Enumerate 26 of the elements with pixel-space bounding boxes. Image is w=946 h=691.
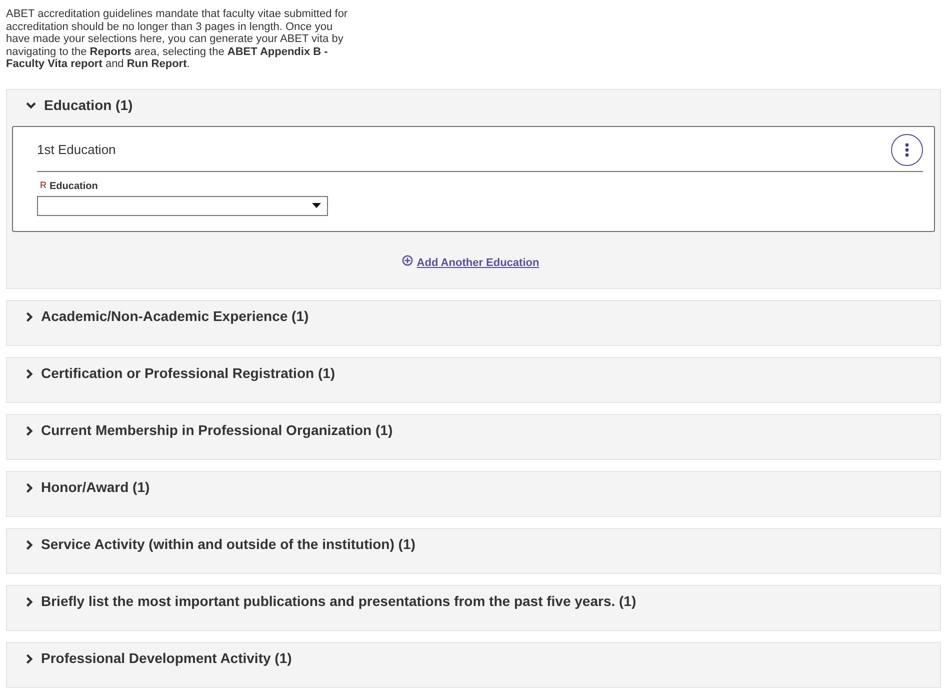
vertical-dots-icon	[905, 142, 909, 156]
section-header[interactable]: Professional Development Activity (1)	[12, 642, 292, 674]
section-header[interactable]: Education (1)	[12, 90, 133, 122]
section-header[interactable]: Academic/Non-Academic Experience (1)	[12, 300, 309, 332]
field-label: Education	[50, 180, 98, 192]
chevron-down-icon	[26, 102, 36, 109]
required-marker: R	[40, 180, 46, 190]
add-another-link[interactable]: Add Another Education	[402, 256, 540, 270]
caret-down-icon	[312, 203, 321, 208]
section-header[interactable]: Honor/Award (1)	[12, 472, 150, 504]
section-header[interactable]: Service Activity (within and outside of the institution) (1)	[12, 528, 416, 560]
section-header[interactable]: Current Membership in Professional Organization (1)	[12, 414, 393, 446]
plus-circle-icon	[402, 255, 413, 266]
entry-title: 1st Education	[37, 142, 116, 158]
section-header[interactable]: Briefly list the most important publications and presentations from the past five years. (1)	[12, 586, 636, 618]
chevron-right-icon	[26, 368, 33, 378]
chevron-right-icon	[26, 482, 33, 492]
more-options-button[interactable]	[891, 134, 923, 166]
intro-paragraph: ABET accreditation guidelines mandate that faculty vitae submitted for accreditation should be no longer than 3 pages in length. Once you have made your selections here, you can generate your ABET vita by navigating to the Reports area, selecting the ABET Appendix B - Faculty Vita report and Run Report.	[6, 8, 349, 70]
education-select[interactable]	[37, 196, 328, 216]
chevron-right-icon	[26, 654, 33, 664]
section-header[interactable]: Certification or Professional Registration (1)	[12, 358, 336, 390]
chevron-right-icon	[26, 312, 33, 322]
chevron-right-icon	[26, 540, 33, 550]
chevron-right-icon	[26, 426, 33, 436]
chevron-right-icon	[26, 596, 33, 606]
